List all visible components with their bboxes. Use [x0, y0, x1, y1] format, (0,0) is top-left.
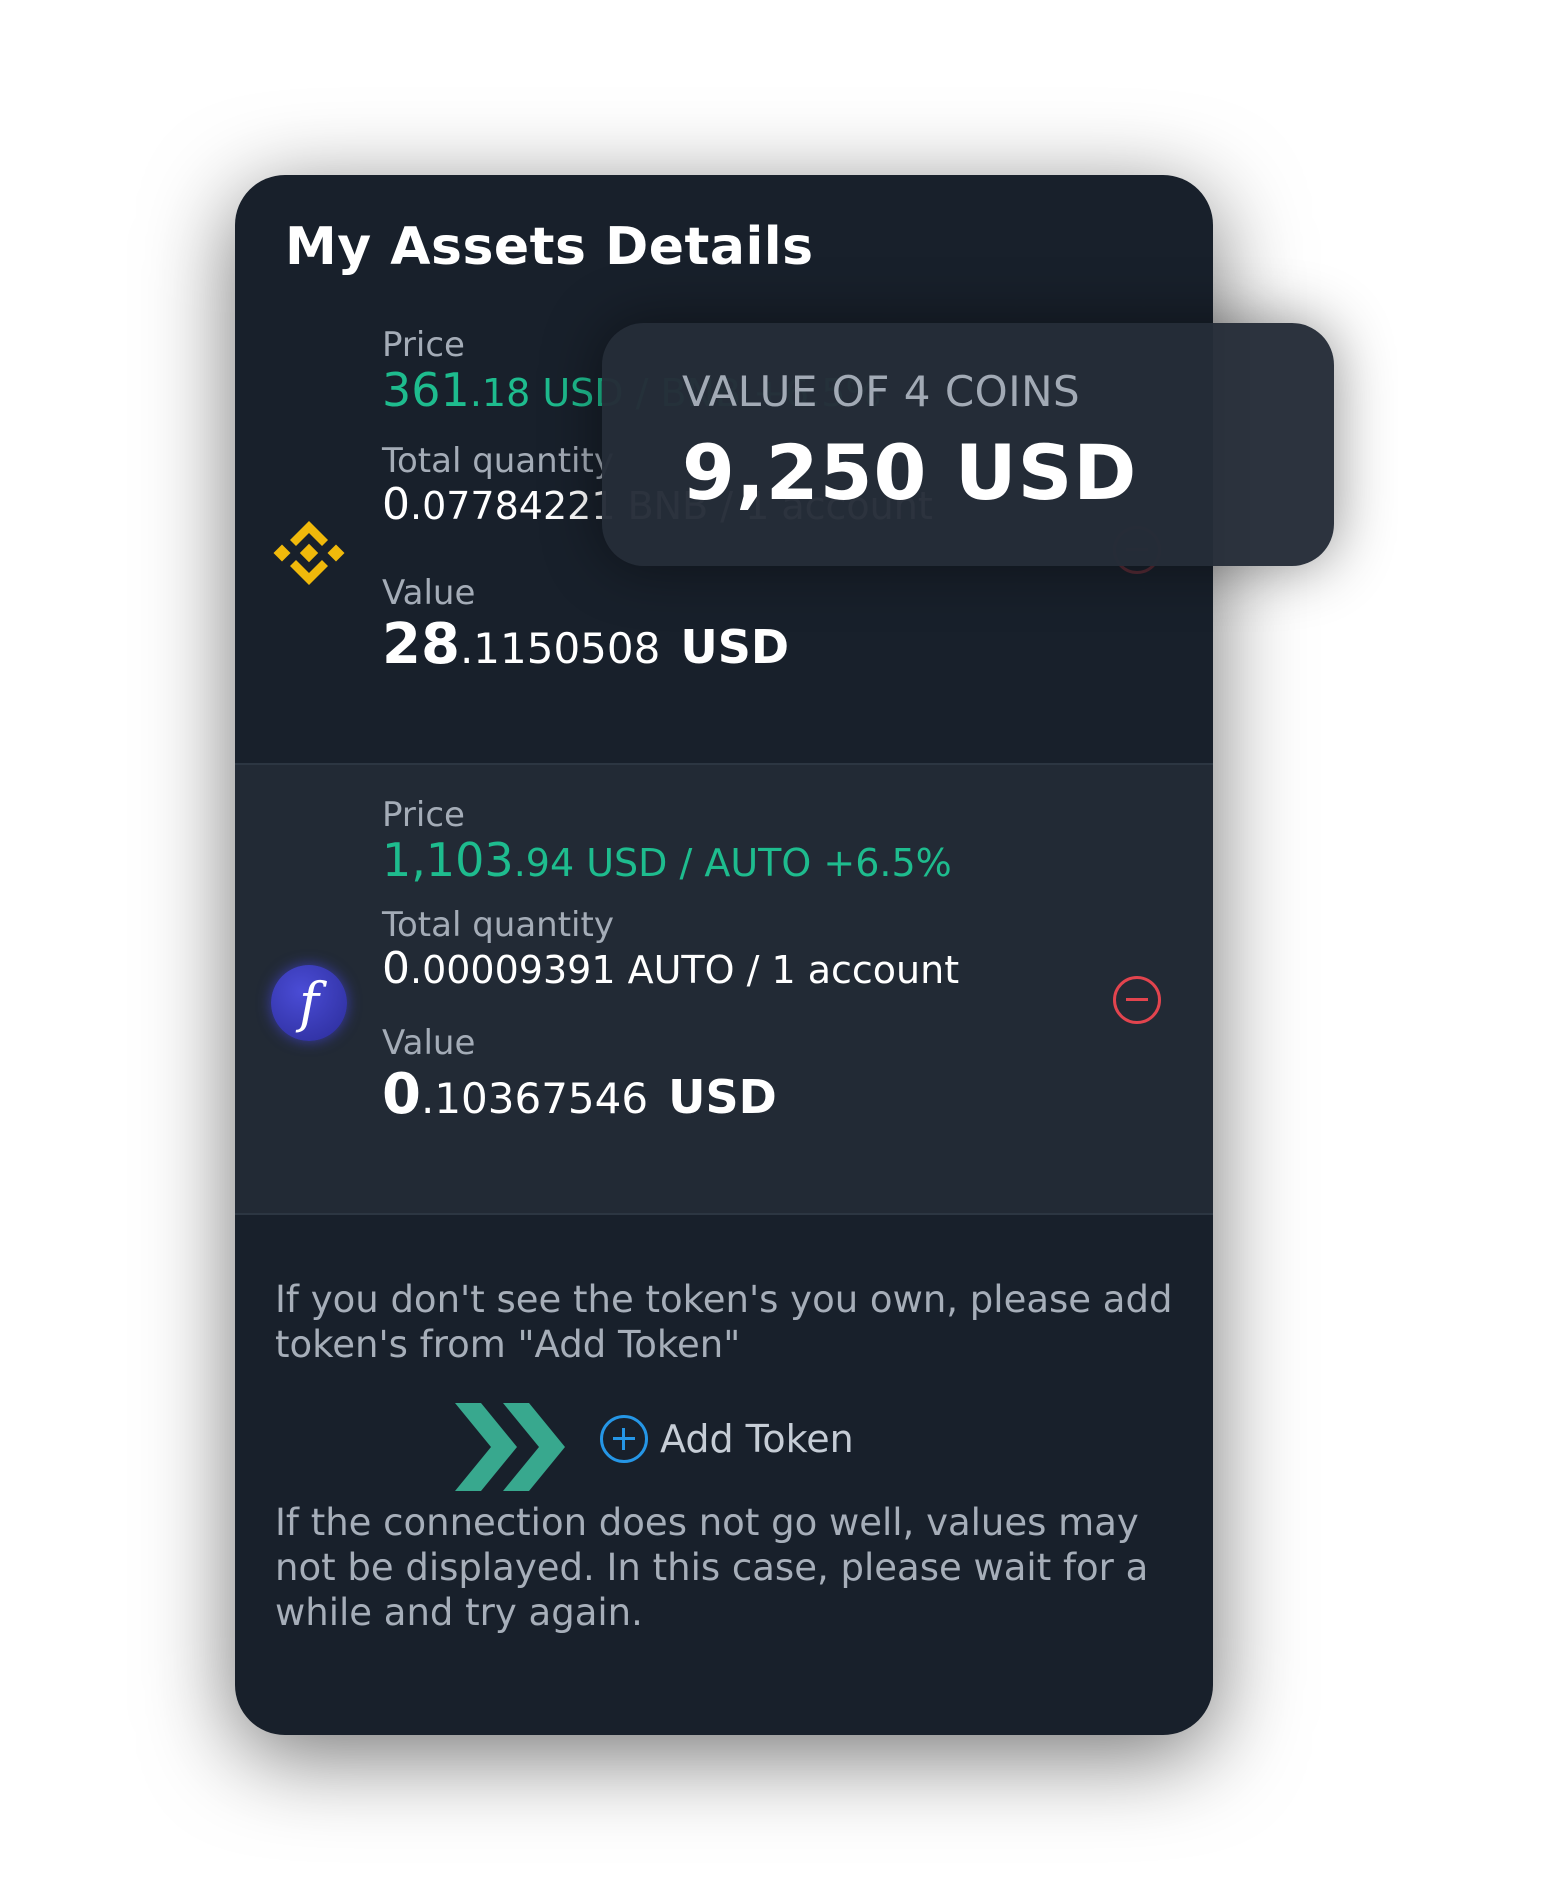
bnb-logo-icon [273, 521, 345, 585]
value-integer: 0 [382, 1062, 421, 1127]
value-decimal: .10367546 [420, 1074, 649, 1123]
price-integer: 361 [382, 363, 470, 417]
total-value-popup: VALUE OF 4 COINS 9,250 USD [602, 323, 1334, 566]
quantity-integer: 0 [382, 479, 410, 530]
value-label: Value [382, 573, 476, 613]
value-integer: 28 [382, 612, 460, 677]
value-decimal: .1150508 [459, 624, 661, 673]
value-label: Value [382, 1023, 476, 1063]
coin-row-auto: f Price 1,103.94 USD / AUTO +6.5% Total … [235, 765, 1213, 1215]
value-unit: USD [680, 620, 790, 674]
quantity-label: Total quantity [382, 441, 614, 481]
price-integer: 1,103 [382, 833, 514, 887]
coin-value: 28.1150508 USD [382, 612, 789, 677]
add-circle-icon [600, 1415, 648, 1463]
quantity-integer: 0 [382, 943, 410, 994]
remove-icon[interactable] [1113, 976, 1161, 1024]
quantity-label: Total quantity [382, 905, 614, 945]
total-value-amount: 9,250 USD [682, 428, 1138, 517]
price-label: Price [382, 325, 465, 365]
quantity-detail: .00009391 AUTO / 1 account [410, 948, 960, 992]
add-token-label: Add Token [660, 1417, 854, 1461]
double-chevron-icon [455, 1403, 565, 1491]
connection-notice: If the connection does not go well, valu… [275, 1501, 1149, 1634]
price-label: Price [382, 795, 465, 835]
total-value-label: VALUE OF 4 COINS [682, 367, 1081, 416]
price-value: 1,103.94 USD / AUTO +6.5% [382, 833, 952, 887]
auto-logo-glyph: f [299, 971, 319, 1034]
coin-value: 0.10367546 USD [382, 1062, 777, 1127]
value-unit: USD [668, 1070, 777, 1124]
page-title: My Assets Details [285, 217, 814, 277]
price-detail: .94 USD / AUTO +6.5% [513, 841, 952, 885]
auto-logo-icon: f [271, 965, 347, 1041]
add-token-button[interactable]: Add Token [600, 1413, 854, 1465]
add-token-hint: If you don't see the token's you own, pl… [275, 1278, 1173, 1366]
quantity-value: 0.00009391 AUTO / 1 account [382, 943, 959, 994]
